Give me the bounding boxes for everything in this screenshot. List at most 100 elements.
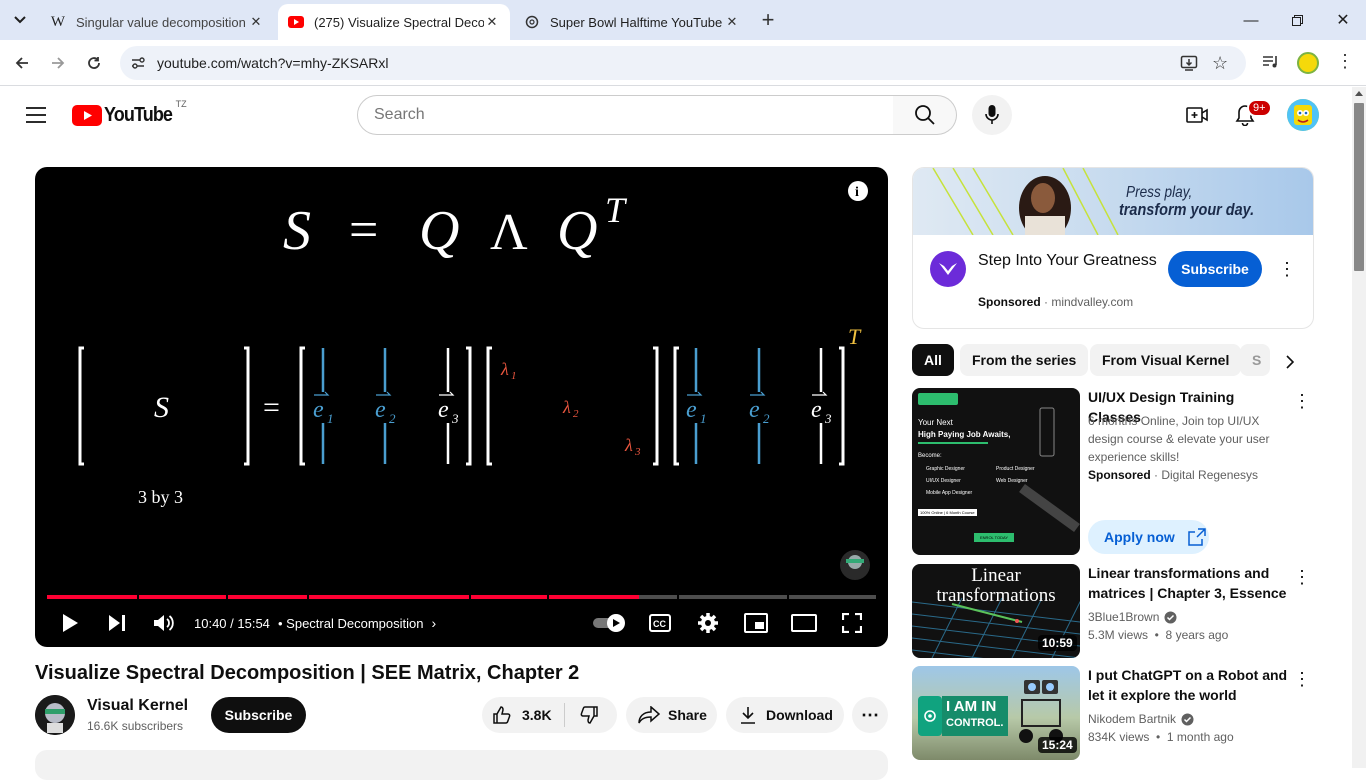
rec-title[interactable]: I put ChatGPT on a Robot and let it expl… xyxy=(1088,665,1288,705)
miniplayer-button[interactable] xyxy=(743,610,769,636)
arrow-right-icon xyxy=(52,57,65,69)
tab-youtube[interactable]: (275) Visualize Spectral Decomp ✕ xyxy=(278,4,510,40)
settings-button[interactable] xyxy=(695,610,721,636)
fullscreen-button[interactable] xyxy=(839,610,865,636)
scrollbar-thumb[interactable] xyxy=(1354,103,1364,271)
lambda-2: λ2 xyxy=(562,397,579,420)
ad-title[interactable]: Step Into Your Greatness xyxy=(978,250,1158,272)
browser-menu-icon[interactable]: ⋮ xyxy=(1336,51,1354,72)
rec-menu-icon[interactable]: ⋮ xyxy=(1292,667,1312,691)
rec-menu-icon[interactable]: ⋮ xyxy=(1292,565,1312,589)
youtube-logo[interactable]: YouTube TZ xyxy=(72,99,187,127)
tab-super-bowl[interactable]: Super Bowl Halftime YouTube ✕ xyxy=(514,4,750,40)
tab-wikipedia[interactable]: W Singular value decomposition - ✕ xyxy=(40,4,274,40)
external-link-icon xyxy=(1188,528,1206,546)
theater-mode-button[interactable] xyxy=(791,610,817,636)
ad-thumb-role: Graphic Designer xyxy=(926,466,965,472)
create-button[interactable] xyxy=(1181,99,1213,131)
search-input[interactable]: Search xyxy=(357,95,894,135)
chapter-button[interactable]: • Spectral Decomposition › xyxy=(278,613,436,633)
chatgpt-icon xyxy=(524,14,540,30)
media-control-icon[interactable] xyxy=(1262,54,1280,75)
info-icon[interactable]: i xyxy=(848,181,868,201)
chip-all[interactable]: All xyxy=(912,344,954,376)
forward-button[interactable] xyxy=(43,48,73,78)
like-button[interactable]: 3.8K xyxy=(482,705,564,725)
play-button[interactable] xyxy=(57,610,83,636)
more-actions-button[interactable]: ⋯ xyxy=(852,697,888,733)
rec-thumbnail[interactable]: I AM IN CONTROL. 15:24 xyxy=(912,666,1080,760)
channel-name[interactable]: Visual Kernel xyxy=(87,697,188,715)
youtube-icon xyxy=(288,14,304,30)
download-button[interactable]: Download xyxy=(726,697,844,733)
svg-text:1: 1 xyxy=(511,370,517,382)
channel-avatar[interactable] xyxy=(35,695,75,735)
chip-label: From Visual Kernel xyxy=(1102,352,1230,368)
address-bar[interactable]: youtube.com/watch?v=mhy-ZKSARxl ☆ xyxy=(120,46,1246,80)
autoplay-toggle[interactable] xyxy=(592,613,626,633)
install-app-icon[interactable] xyxy=(1180,54,1198,77)
svg-text:λ: λ xyxy=(562,397,571,417)
rec-channel[interactable]: 3Blue1Brown xyxy=(1088,608,1177,626)
volume-button[interactable] xyxy=(151,610,177,636)
country-code: TZ xyxy=(175,99,187,109)
video-title: Visualize Spectral Decomposition | SEE M… xyxy=(35,662,580,684)
progress-bar[interactable] xyxy=(47,595,876,599)
rec-thumbnail[interactable]: Linear transformations 10:59 xyxy=(912,564,1080,658)
close-window-button[interactable]: ✕ xyxy=(1320,0,1366,40)
svg-text:e: e xyxy=(375,397,386,423)
next-button[interactable] xyxy=(104,610,130,636)
youtube-logo-icon xyxy=(72,104,102,126)
rec-menu-icon[interactable]: ⋮ xyxy=(1292,389,1312,413)
subscribe-button[interactable]: Subscribe xyxy=(211,697,306,733)
dislike-button[interactable] xyxy=(565,705,599,725)
chip-label: From the series xyxy=(972,352,1077,368)
voice-search-button[interactable] xyxy=(972,95,1012,135)
share-button[interactable]: Share xyxy=(626,697,717,733)
close-icon[interactable]: ✕ xyxy=(724,14,740,30)
restore-button[interactable] xyxy=(1274,0,1320,40)
gear-icon xyxy=(698,613,718,633)
tab-search-button[interactable] xyxy=(6,6,34,34)
scroll-up-arrow[interactable] xyxy=(1355,91,1363,96)
bookmark-star-icon[interactable]: ☆ xyxy=(1212,53,1228,74)
svg-text:i: i xyxy=(855,185,859,200)
description-box[interactable] xyxy=(35,750,888,780)
video-player[interactable]: S = Q Λ Q T S = 3 by 3 T e 1 e 2 e 3 e 1… xyxy=(35,167,888,647)
rec-channel-name: 3Blue1Brown xyxy=(1088,610,1160,624)
thumb-text-line2: transformations xyxy=(936,585,1056,606)
ad-card[interactable]: Press play, transform your day. Step Int… xyxy=(912,167,1314,329)
close-icon[interactable]: ✕ xyxy=(248,14,264,30)
back-button[interactable] xyxy=(7,48,37,78)
ad-thumb-become: Become: xyxy=(918,453,942,459)
guide-menu-icon[interactable] xyxy=(20,99,52,131)
account-avatar[interactable] xyxy=(1287,99,1319,131)
minimize-button[interactable]: — xyxy=(1228,0,1274,40)
advertiser-logo[interactable] xyxy=(930,251,966,287)
rec-ad-thumbnail[interactable]: Your Next High Paying Job Awaits, Become… xyxy=(912,388,1080,555)
profile-avatar[interactable] xyxy=(1297,52,1319,74)
chip-from-series[interactable]: From the series xyxy=(960,344,1089,376)
ad-menu-icon[interactable]: ⋮ xyxy=(1277,257,1297,281)
site-info-icon[interactable] xyxy=(130,55,146,76)
reload-button[interactable] xyxy=(79,48,109,78)
close-icon[interactable]: ✕ xyxy=(484,14,500,30)
search-button[interactable] xyxy=(893,95,957,135)
chevron-right-icon xyxy=(1286,355,1294,369)
skip-next-icon xyxy=(109,615,125,631)
notifications-button[interactable]: 9+ xyxy=(1229,99,1272,131)
captions-button[interactable]: CC xyxy=(647,610,673,636)
chip-from-channel[interactable]: From Visual Kernel xyxy=(1090,344,1242,376)
chip-more[interactable]: S xyxy=(1240,344,1270,376)
svg-text:e: e xyxy=(749,397,760,423)
share-label: Share xyxy=(668,707,707,723)
ad-subscribe-button[interactable]: Subscribe xyxy=(1168,251,1262,287)
page-scrollbar[interactable] xyxy=(1352,87,1366,768)
chips-next-button[interactable] xyxy=(1272,344,1308,380)
rec-channel[interactable]: Nikodem Bartnik xyxy=(1088,710,1194,728)
apply-now-button[interactable]: Apply now xyxy=(1088,520,1209,554)
ad-banner[interactable]: Press play, transform your day. xyxy=(913,168,1313,235)
new-tab-button[interactable]: + xyxy=(756,6,780,34)
rec-title[interactable]: Linear transformations and matrices | Ch… xyxy=(1088,563,1288,603)
channel-watermark[interactable] xyxy=(840,550,870,580)
